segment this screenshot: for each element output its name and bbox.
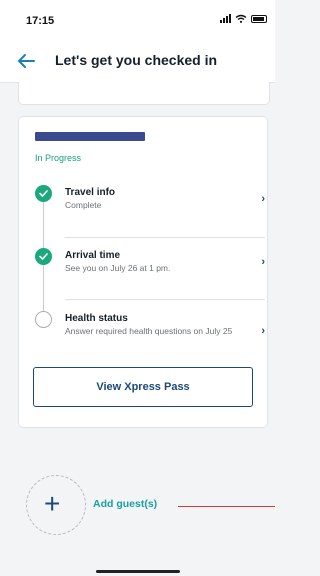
annotation-line [178,506,275,507]
status-text: In Progress [35,153,82,163]
step-label: Health status [65,313,128,324]
add-guest-label[interactable]: Add guest(s) [93,498,157,510]
check-icon [35,185,52,202]
signal-icon [220,14,231,23]
step-sub: See you on July 26 at 1 pm. [65,263,171,273]
divider [65,237,265,238]
step-sub: Complete [65,200,102,210]
step-sub: Answer required health questions on July… [65,326,233,336]
guest-name-redacted [35,132,145,141]
chevron-right-icon: › [261,325,265,337]
battery-icon [251,14,267,23]
step-label: Arrival time [65,250,121,261]
status-bar: 17:15 [0,0,275,40]
add-guest-row[interactable]: + Add guest(s) [26,475,226,535]
step-label: Travel info [65,187,116,198]
back-arrow-icon[interactable] [14,49,38,73]
step-health-status[interactable]: Health status Answer required health que… [35,311,265,361]
step-arrival-time[interactable]: Arrival time See you on July 26 at 1 pm.… [35,248,265,298]
status-icons [220,14,267,23]
chevron-right-icon: › [261,193,265,205]
chevron-right-icon: › [261,256,265,268]
step-travel-info[interactable]: Travel info Complete › [35,185,265,235]
check-icon [35,248,52,265]
status-time: 17:15 [26,15,55,27]
checkin-card: In Progress Travel info Complete › Arriv… [18,116,268,428]
plus-icon: + [44,488,61,519]
wifi-icon [235,14,247,23]
page-title: Let's get you checked in [55,52,218,68]
add-guest-button[interactable]: + [26,475,86,535]
divider [65,299,265,300]
home-indicator [96,570,180,573]
header: Let's get you checked in [0,40,275,83]
previous-card [18,82,270,105]
view-xpress-pass-button[interactable]: View Xpress Pass [33,367,253,407]
empty-circle-icon [35,311,52,328]
